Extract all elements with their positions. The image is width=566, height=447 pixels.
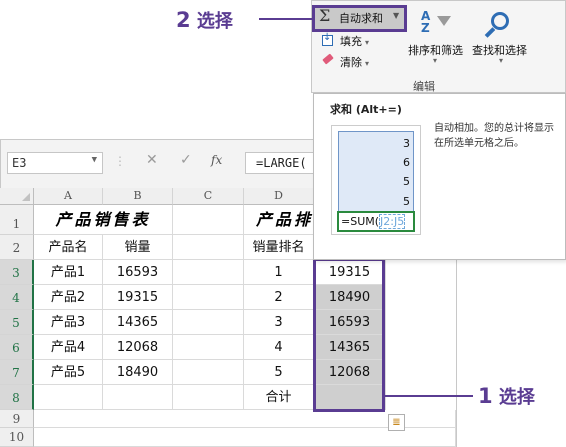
product-cell[interactable]: 产品3 [34,310,103,335]
clear-button[interactable]: 清除 ▾ [340,54,369,70]
cell-c4[interactable] [173,285,244,310]
rank-table-title: 产品排 [244,205,314,235]
filter-funnel-icon [437,16,451,26]
rank-cell[interactable]: 4 [244,335,314,360]
find-select-dropdown-icon[interactable]: ▾ [499,56,503,65]
row-header-3[interactable]: 3 [0,260,34,285]
example-value: 6 [403,156,410,169]
sales-cell[interactable]: 18490 [103,360,173,385]
example-formula-text: =SUM( [341,215,380,228]
row-header-7[interactable]: 7 [0,360,34,385]
rank-cell[interactable]: 3 [244,310,314,335]
sales-cell[interactable]: 14365 [103,310,173,335]
header-product: 产品名 [34,235,103,260]
column-header-c[interactable]: C [173,188,244,205]
step-1-callout: 1 选择 [478,383,535,409]
autosum-label: 自动求和 [339,12,383,25]
row-header-9[interactable]: 9 [0,410,34,428]
sort-filter-dropdown-icon[interactable]: ▾ [433,56,437,65]
selected-range-highlight [313,258,385,412]
name-box[interactable]: E3 ▼ [7,152,103,174]
tooltip-title: 求和 (Alt+=) [330,103,402,116]
name-box-dropdown-icon[interactable]: ▼ [92,155,97,165]
column-header-a[interactable]: A [34,188,103,205]
tooltip-description: 自动相加。您的总计将显示在所选单元格之后。 [434,123,554,149]
cell-c8[interactable] [173,385,244,410]
find-magnifier-icon [491,12,509,30]
total-label: 合计 [244,385,314,410]
example-formula-ref: J2:J5 [379,214,406,229]
cell-c6[interactable] [173,335,244,360]
row-header-6[interactable]: 6 [0,335,34,360]
sort-az-icon: AZ [421,9,431,35]
rank-cell[interactable]: 2 [244,285,314,310]
cell-c1[interactable] [173,205,244,235]
editing-group-label: 编辑 [413,80,435,93]
table-title: 产品销售表 [34,205,173,235]
quick-analysis-icon[interactable]: ≣ [388,414,405,431]
fill-icon [322,32,333,46]
autosum-dropdown-icon[interactable]: ▼ [393,11,399,20]
cell-b8[interactable] [103,385,173,410]
rank-cell[interactable]: 1 [244,260,314,285]
rank-cell[interactable]: 5 [244,360,314,385]
fill-dropdown-icon: ▾ [365,38,370,47]
product-cell[interactable]: 产品5 [34,360,103,385]
example-sum-formula: =SUM(J2:J5 [337,211,415,232]
step-2-text: 选择 [196,11,233,32]
example-value: 5 [403,175,410,188]
header-rank: 销量排名 [244,235,314,260]
sales-cell[interactable]: 19315 [103,285,173,310]
formula-bar-separator-icon: ⋮ [114,154,126,168]
clear-dropdown-icon: ▾ [365,59,370,68]
row-header-2[interactable]: 2 [0,235,34,260]
row-header-4[interactable]: 4 [0,285,34,310]
example-value: 5 [403,195,410,208]
step-2-number: 2 [176,8,191,32]
clear-label: 清除 [340,56,362,69]
step-2-pointer-line [259,18,312,20]
column-header-b[interactable]: B [103,188,173,205]
enter-icon[interactable]: ✓ [180,152,192,168]
cell-a8[interactable] [34,385,103,410]
product-cell[interactable]: 产品1 [34,260,103,285]
step-2-callout: 2 选择 [176,7,233,33]
cell-c7[interactable] [173,360,244,385]
step-1-pointer-line [385,395,473,397]
cell-c2[interactable] [173,235,244,260]
column-header-d[interactable]: D [244,188,314,205]
cell-c3[interactable] [173,260,244,285]
row-header-10[interactable]: 10 [0,428,34,447]
step-1-text: 选择 [498,387,535,408]
select-all-corner[interactable] [0,188,34,205]
sales-cell[interactable]: 16593 [103,260,173,285]
cell-c5[interactable] [173,310,244,335]
sales-cell[interactable]: 12068 [103,335,173,360]
row-header-8[interactable]: 8 [0,385,34,410]
insert-function-icon[interactable]: fx [211,153,222,167]
example-value: 3 [403,137,410,150]
product-cell[interactable]: 产品4 [34,335,103,360]
product-cell[interactable]: 产品2 [34,285,103,310]
header-sales: 销量 [103,235,173,260]
step-1-number: 1 [478,384,493,408]
fill-button[interactable]: 填充 ▾ [340,33,369,49]
row-header-5[interactable]: 5 [0,310,34,335]
fill-label: 填充 [340,35,362,48]
cancel-icon[interactable]: ✕ [146,152,158,168]
sigma-icon: Σ [319,6,331,25]
row-header-1[interactable]: 1 [0,205,34,235]
name-box-value: E3 [12,156,27,170]
